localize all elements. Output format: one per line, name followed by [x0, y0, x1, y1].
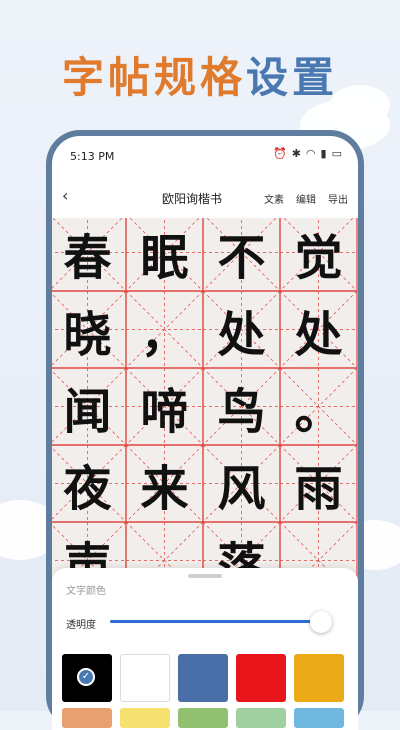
grid-character[interactable]: 。 [280, 368, 357, 445]
opacity-slider[interactable] [110, 620, 320, 623]
color-swatch[interactable] [120, 708, 170, 728]
wifi-icon: ◠ [305, 147, 316, 160]
promo-banner: 字帖规格设置 [0, 44, 400, 105]
color-swatch[interactable] [62, 708, 112, 728]
color-swatch[interactable] [120, 654, 170, 702]
grid-character[interactable]: 闻 [52, 368, 126, 445]
banner-part2: 规格 [153, 53, 246, 102]
grid-character[interactable]: ， [126, 291, 203, 368]
grid-character[interactable]: 鸟 [203, 368, 280, 445]
color-swatch[interactable] [236, 708, 286, 728]
color-swatch[interactable] [294, 708, 344, 728]
grid-character[interactable]: 眠 [126, 218, 203, 291]
grid-character[interactable]: 觉 [280, 218, 357, 291]
page-title: 欧阳询楷书 [162, 192, 223, 206]
grid-character[interactable]: 啼 [126, 368, 203, 445]
color-swatch[interactable] [236, 654, 286, 702]
grid-character[interactable]: 晓 [52, 291, 126, 368]
grid-character[interactable]: 处 [203, 291, 280, 368]
wensu-button[interactable]: 文素 [264, 191, 284, 206]
grid-character[interactable]: 夜 [52, 445, 126, 522]
nav-bar: ‹ 欧阳询楷书 文素 编辑 导出 [52, 184, 358, 214]
phone-screen: 5:13 PM ⏰ ✱ ◠ ▮ ▭ ‹ 欧阳询楷书 文素 编辑 导出 春眠不觉晓… [52, 136, 358, 730]
status-bar: 5:13 PM ⏰ ✱ ◠ ▮ ▭ [52, 136, 358, 170]
opacity-slider-thumb[interactable] [310, 611, 332, 633]
export-button[interactable]: 导出 [328, 191, 348, 206]
banner-part3: 设置 [246, 53, 339, 102]
grid-character[interactable]: 处 [280, 291, 357, 368]
battery-icon: ▭ [331, 147, 342, 160]
drag-handle[interactable] [188, 574, 222, 578]
grid-character[interactable]: 风 [203, 445, 280, 522]
nav-actions: 文素 编辑 导出 [264, 191, 348, 206]
calligraphy-grid[interactable]: 春眠不觉晓，处处闻啼鸟。夜来风雨声落 [52, 218, 358, 598]
grid-character[interactable]: 雨 [280, 445, 357, 522]
grid-character[interactable]: 来 [126, 445, 203, 522]
edit-button[interactable]: 编辑 [296, 191, 316, 206]
grid-character[interactable]: 春 [52, 218, 126, 291]
signal-icon: ▮ [320, 147, 327, 160]
alarm-icon: ⏰ [273, 147, 287, 160]
color-swatch[interactable] [178, 708, 228, 728]
checkmark-icon: ✓ [77, 668, 95, 686]
color-swatch[interactable] [178, 654, 228, 702]
opacity-label: 透明度 [66, 620, 96, 631]
phone-frame: 5:13 PM ⏰ ✱ ◠ ▮ ▭ ‹ 欧阳询楷书 文素 编辑 导出 春眠不觉晓… [46, 130, 364, 730]
status-time: 5:13 PM [70, 150, 115, 163]
back-icon[interactable]: ‹ [62, 186, 68, 205]
color-swatch[interactable] [294, 654, 344, 702]
text-color-title: 文字颜色 [66, 586, 106, 597]
status-icons: ⏰ ✱ ◠ ▮ ▭ [273, 148, 342, 160]
bluetooth-icon: ✱ [291, 147, 301, 160]
grid-character[interactable]: 不 [203, 218, 280, 291]
color-settings-panel: 文字颜色 透明度 ✓ [52, 568, 358, 730]
color-swatch[interactable]: ✓ [62, 654, 112, 702]
banner-part1: 字帖 [61, 53, 154, 102]
